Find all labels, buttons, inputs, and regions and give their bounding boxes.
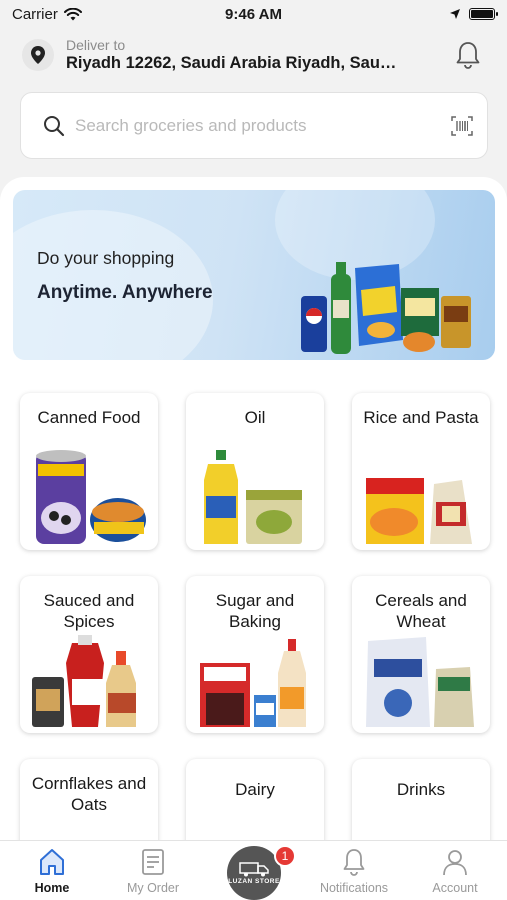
- location-arrow-icon: [450, 9, 460, 19]
- deliver-to-label: Deliver to: [66, 37, 126, 53]
- category-title: Oil: [244, 408, 266, 427]
- barcode-scan-icon[interactable]: [451, 115, 473, 137]
- tab-account-label: Account: [432, 881, 478, 895]
- category-title: Sugar and Baking: [215, 591, 295, 631]
- tab-notifications-label: Notifications: [319, 881, 389, 895]
- battery-icon: [469, 8, 498, 20]
- cart-count-badge: 1: [274, 845, 296, 867]
- status-bar: Carrier 9:46 AM: [0, 0, 507, 28]
- store-center-button[interactable]: LUZAN STORE: [227, 846, 281, 900]
- wifi-icon: [63, 7, 82, 20]
- category-title: Canned Food: [37, 408, 141, 427]
- rice-pasta-image: [366, 478, 472, 544]
- delivery-address: Riyadh 12262, Saudi Arabia Riyadh, Sau…: [66, 54, 397, 72]
- tab-notifications[interactable]: Notifications: [304, 847, 404, 895]
- category-title: Rice and Pasta: [363, 408, 479, 427]
- notifications-bell-button[interactable]: [451, 38, 485, 72]
- category-card-canned-food[interactable]: Canned Food: [20, 393, 158, 550]
- home-content: Do your shopping Anytime. Anywhere Canne…: [0, 177, 507, 840]
- home-icon: [40, 849, 64, 875]
- tab-my-order[interactable]: My Order: [103, 847, 203, 895]
- banner-line-2: Anytime. Anywhere: [37, 282, 213, 303]
- category-card-sauces-spices[interactable]: Sauced and Spices: [20, 576, 158, 733]
- cereals-wheat-image: [366, 637, 474, 727]
- tab-account[interactable]: Account: [405, 847, 505, 895]
- sugar-baking-image: [200, 639, 306, 727]
- carrier-label: Carrier: [12, 5, 58, 23]
- category-card-cereals-wheat[interactable]: Cereals and Wheat: [352, 576, 490, 733]
- promo-banner[interactable]: Do your shopping Anytime. Anywhere: [13, 190, 495, 360]
- delivery-header: Deliver to Riyadh 12262, Saudi Arabia Ri…: [0, 30, 507, 80]
- bottom-tab-bar: Home My Order LUZAN STORE 1 Notification…: [0, 840, 507, 900]
- bell-icon: [456, 42, 480, 69]
- sauces-spices-image: [32, 635, 136, 727]
- category-title: Dairy: [235, 780, 275, 799]
- oil-image: [204, 450, 302, 544]
- search-input[interactable]: [75, 115, 451, 136]
- category-card-rice-pasta[interactable]: Rice and Pasta: [352, 393, 490, 550]
- location-pin-icon[interactable]: [22, 39, 54, 71]
- category-card-oil[interactable]: Oil: [186, 393, 324, 550]
- tab-home-label: Home: [34, 881, 70, 895]
- category-card-dairy[interactable]: Dairy: [186, 759, 324, 840]
- cornflakes-oats-image: [32, 816, 146, 840]
- category-card-sugar-baking[interactable]: Sugar and Baking: [186, 576, 324, 733]
- user-icon: [443, 850, 467, 876]
- banner-products-image: [301, 262, 471, 354]
- tab-home[interactable]: Home: [2, 847, 102, 895]
- category-title: Sauced and Spices: [43, 591, 135, 631]
- search-icon: [44, 115, 65, 136]
- canned-food-image: [36, 450, 146, 544]
- store-logo-text: LUZAN STORE: [228, 878, 280, 885]
- category-title: Cornflakes and Oats: [31, 774, 147, 814]
- search-bar: [20, 92, 488, 159]
- category-card-drinks[interactable]: Drinks: [352, 759, 490, 840]
- tab-my-order-label: My Order: [126, 881, 180, 895]
- category-title: Cereals and Wheat: [375, 591, 467, 631]
- banner-line-1: Do your shopping: [37, 248, 175, 268]
- drinks-image: [364, 816, 478, 840]
- bell-icon: [343, 849, 365, 876]
- category-card-cornflakes-oats[interactable]: Cornflakes and Oats: [20, 759, 158, 840]
- store-truck-icon: [239, 862, 269, 877]
- category-title: Drinks: [396, 780, 446, 799]
- order-list-icon: [142, 849, 164, 875]
- delivery-address-selector[interactable]: Deliver to Riyadh 12262, Saudi Arabia Ri…: [66, 37, 451, 73]
